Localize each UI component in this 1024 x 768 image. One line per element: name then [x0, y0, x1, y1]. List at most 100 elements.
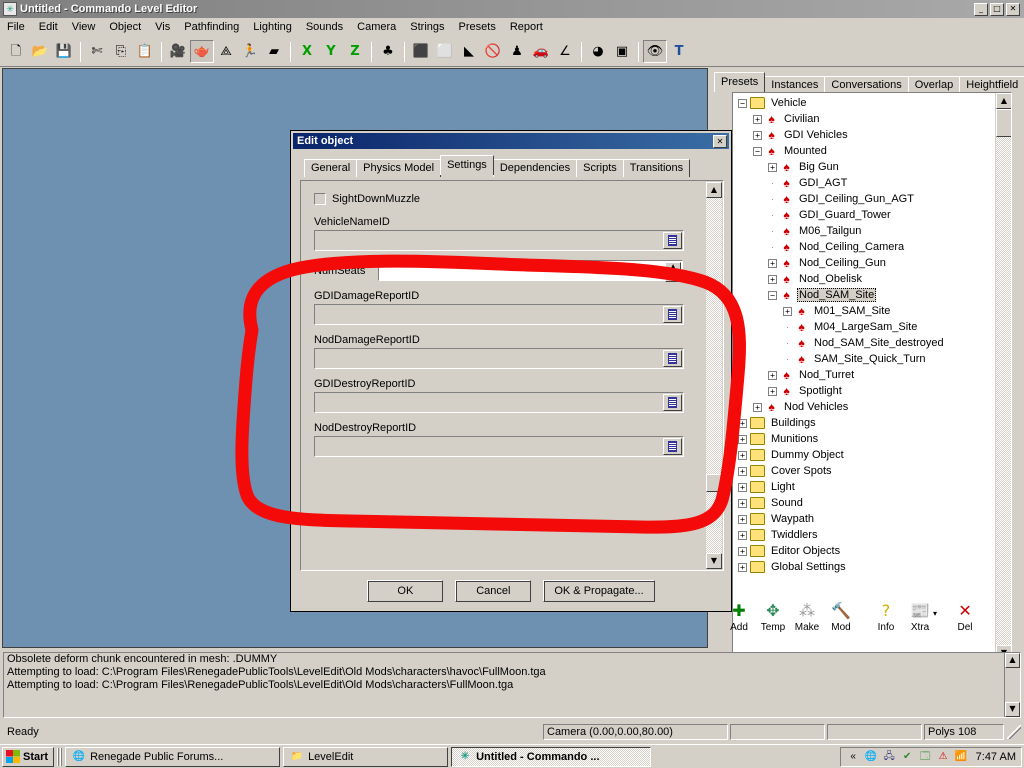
- tree-expand-icon[interactable]: +: [768, 371, 777, 380]
- dialog-tab-physics-model[interactable]: Physics Model: [356, 159, 441, 177]
- tree-item[interactable]: −♠Nod_SAM_Site: [734, 287, 994, 303]
- tree-collapse-icon[interactable]: −: [753, 147, 762, 156]
- presets-tab-presets[interactable]: Presets: [714, 72, 765, 92]
- tree-item[interactable]: ·♠SAM_Site_Quick_Turn: [734, 351, 994, 367]
- tree-expand-icon[interactable]: +: [738, 451, 747, 460]
- menu-item-sounds[interactable]: Sounds: [299, 19, 350, 35]
- dialog-scroll-down-icon[interactable]: ▼: [706, 553, 722, 569]
- presets-button-make[interactable]: ⁂Make: [790, 600, 824, 633]
- tree-expand-icon[interactable]: +: [753, 131, 762, 140]
- tree-expand-icon[interactable]: +: [738, 547, 747, 556]
- dialog-tab-transitions[interactable]: Transitions: [623, 159, 690, 177]
- copy-icon[interactable]: ⎘: [109, 40, 133, 63]
- firewall-warning-icon[interactable]: ⚠: [936, 749, 951, 764]
- taskbar-grip[interactable]: [57, 748, 62, 766]
- menu-item-object[interactable]: Object: [102, 19, 148, 35]
- dialog-tab-dependencies[interactable]: Dependencies: [493, 159, 577, 177]
- input-vehiclenameid[interactable]: [315, 231, 662, 250]
- antivirus-icon[interactable]: ✔: [900, 749, 915, 764]
- drop-to-ground-icon[interactable]: ♣: [376, 40, 400, 63]
- lights-icon[interactable]: ◕: [586, 40, 610, 63]
- scroll-thumb[interactable]: [996, 109, 1012, 137]
- start-button[interactable]: Start: [2, 747, 54, 767]
- presets-button-mod[interactable]: 🔨Mod: [824, 600, 858, 633]
- tree-item[interactable]: +Waypath: [734, 511, 994, 527]
- browse-button-noddamagereportid[interactable]: [663, 350, 682, 367]
- menu-item-strings[interactable]: Strings: [403, 19, 451, 35]
- tree-expand-icon[interactable]: +: [738, 563, 747, 572]
- spinner-numseats[interactable]: ▲▼: [378, 260, 683, 281]
- tree-item[interactable]: +Editor Objects: [734, 543, 994, 559]
- tree-expand-icon[interactable]: +: [768, 259, 777, 268]
- tree-expand-icon[interactable]: +: [753, 115, 762, 124]
- tree-item[interactable]: −♠Mounted: [734, 143, 994, 159]
- path-icon[interactable]: ∠: [553, 40, 577, 63]
- tree-expand-icon[interactable]: +: [738, 531, 747, 540]
- dialog-tab-settings[interactable]: Settings: [440, 155, 494, 175]
- tree-expand-icon[interactable]: +: [738, 483, 747, 492]
- browse-button-gdidestroyreportid[interactable]: [663, 394, 682, 411]
- tree-item[interactable]: +Buildings: [734, 415, 994, 431]
- eye-visibility-icon[interactable]: 👁: [643, 40, 667, 63]
- save-icon[interactable]: 💾: [52, 40, 76, 63]
- dialog-button-ok-propagate[interactable]: OK & Propagate...: [543, 580, 654, 602]
- xtra-dropdown-arrow-icon[interactable]: ▾: [933, 609, 937, 618]
- tree-item[interactable]: +♠Nod_Turret: [734, 367, 994, 383]
- menu-item-presets[interactable]: Presets: [452, 19, 503, 35]
- dialog-tab-scripts[interactable]: Scripts: [576, 159, 624, 177]
- tree-collapse-icon[interactable]: −: [768, 291, 777, 300]
- input-noddamagereportid[interactable]: [315, 349, 662, 368]
- tree-item[interactable]: +Twiddlers: [734, 527, 994, 543]
- tree-item[interactable]: +♠Spotlight: [734, 383, 994, 399]
- menu-item-vis[interactable]: Vis: [148, 19, 177, 35]
- tree-expand-icon[interactable]: +: [738, 515, 747, 524]
- tree-item[interactable]: +♠Big Gun: [734, 159, 994, 175]
- signal-icon[interactable]: 📶: [954, 749, 969, 764]
- minimize-button[interactable]: _: [974, 3, 988, 16]
- tree-expand-icon[interactable]: +: [738, 419, 747, 428]
- tree-item[interactable]: +Light: [734, 479, 994, 495]
- sightdownmuzzle-checkbox[interactable]: [314, 193, 326, 205]
- open-folder-icon[interactable]: 📂: [28, 40, 52, 63]
- tree-item[interactable]: +Cover Spots: [734, 463, 994, 479]
- spinner-up-icon[interactable]: ▲: [665, 262, 681, 272]
- output-log-pane[interactable]: Obsolete deform chunk encountered in mes…: [3, 652, 1021, 718]
- dialog-scroll-thumb[interactable]: [706, 474, 722, 492]
- tree-item[interactable]: +Munitions: [734, 431, 994, 447]
- log-scrollbar[interactable]: ▲ ▼: [1004, 653, 1020, 717]
- tree-expand-icon[interactable]: +: [738, 467, 747, 476]
- tree-expand-icon[interactable]: +: [768, 163, 777, 172]
- no-collision-icon[interactable]: 🚫: [481, 40, 505, 63]
- scroll-up-icon[interactable]: ▲: [996, 93, 1012, 109]
- menu-item-view[interactable]: View: [65, 19, 103, 35]
- presets-button-temp[interactable]: ✥Temp: [756, 600, 790, 633]
- menu-item-edit[interactable]: Edit: [32, 19, 65, 35]
- close-button[interactable]: ✕: [1006, 3, 1020, 16]
- dialog-button-cancel[interactable]: Cancel: [455, 580, 531, 602]
- presets-button-xtra[interactable]: 📰Xtra: [903, 600, 937, 633]
- log-scroll-down-icon[interactable]: ▼: [1005, 702, 1020, 717]
- update-icon[interactable]: 🗔: [918, 749, 933, 764]
- dialog-tab-general[interactable]: General: [304, 159, 357, 177]
- tree-item[interactable]: ·♠Nod_SAM_Site_destroyed: [734, 335, 994, 351]
- taskbar-button[interactable]: ✳Untitled - Commando ...: [451, 747, 651, 767]
- presets-tree-scrollbar[interactable]: ▲ ▼: [995, 93, 1011, 661]
- tree-item[interactable]: +♠Civilian: [734, 111, 994, 127]
- presets-button-info[interactable]: ?Info: [869, 600, 903, 633]
- axis-y-icon[interactable]: Y: [319, 40, 343, 63]
- network-connection-icon[interactable]: 🖧: [882, 749, 897, 764]
- resize-grip[interactable]: [1007, 725, 1021, 739]
- taskbar-button[interactable]: 🌐Renegade Public Forums...: [65, 747, 280, 767]
- browse-button-gdidamagereportid[interactable]: [663, 306, 682, 323]
- tree-item[interactable]: ·♠GDI_Guard_Tower: [734, 207, 994, 223]
- browse-button-noddestroyreportid[interactable]: [663, 438, 682, 455]
- dialog-scroll-up-icon[interactable]: ▲: [706, 182, 722, 198]
- presets-button-del[interactable]: ✕Del: [948, 600, 982, 633]
- tree-item[interactable]: +♠Nod Vehicles: [734, 399, 994, 415]
- tree-expand-icon[interactable]: +: [738, 435, 747, 444]
- cut-icon[interactable]: ✄: [85, 40, 109, 63]
- sightdownmuzzle-checkbox-row[interactable]: SightDownMuzzle: [314, 190, 696, 208]
- wireframe-box-icon[interactable]: ⬜: [433, 40, 457, 63]
- input-numseats[interactable]: [379, 261, 664, 280]
- solid-box-icon[interactable]: ⬛: [409, 40, 433, 63]
